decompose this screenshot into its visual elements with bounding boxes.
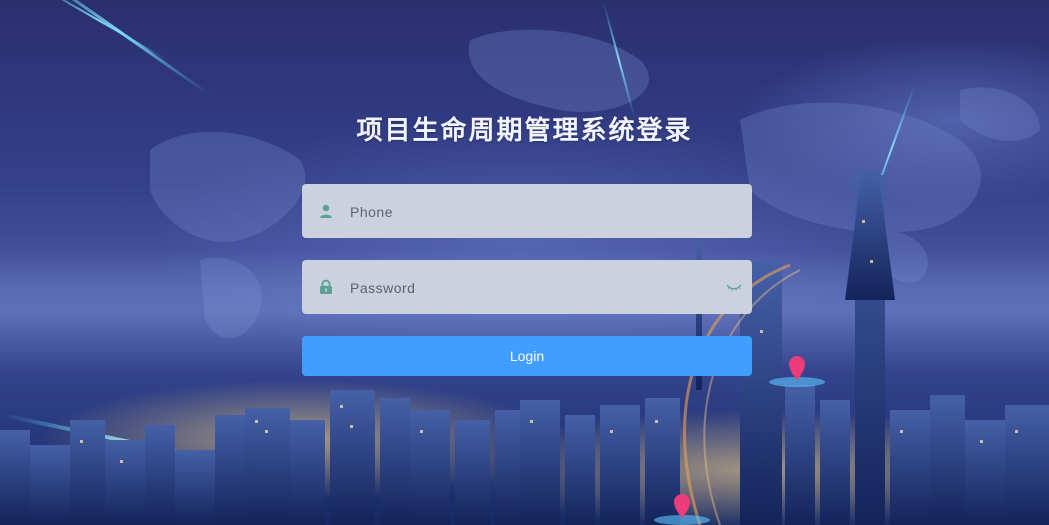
page-title: 项目生命周期管理系统登录 (356, 116, 693, 146)
password-input[interactable] (348, 260, 712, 316)
login-button[interactable]: Login (302, 336, 752, 376)
lock-icon (320, 279, 332, 294)
user-icon (320, 204, 332, 218)
phone-field[interactable] (302, 184, 752, 240)
phone-input[interactable] (348, 184, 712, 240)
password-field[interactable] (302, 260, 752, 316)
eye-closed-icon[interactable] (726, 280, 742, 294)
login-page: 项目生命周期管理系统登录 Login (0, 0, 1049, 525)
